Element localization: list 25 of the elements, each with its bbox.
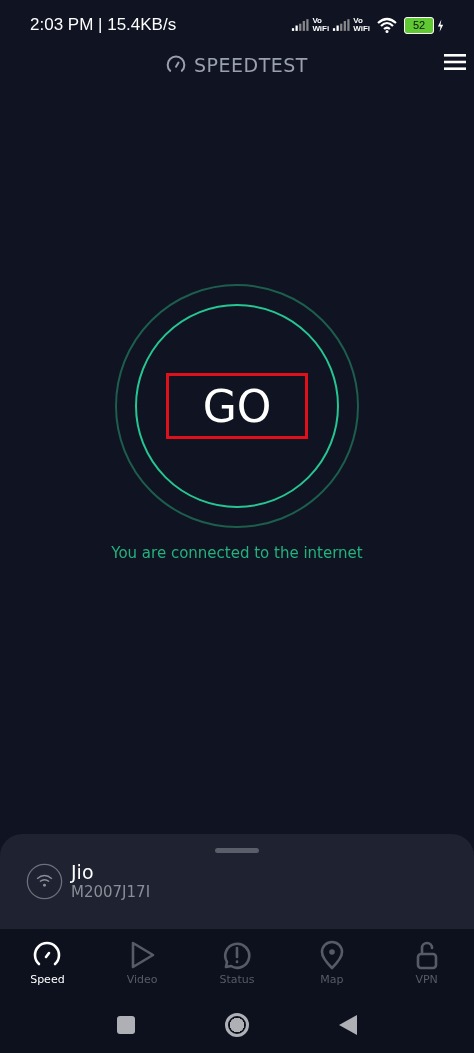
drag-handle[interactable] xyxy=(215,848,259,853)
device-model: M2007J17I xyxy=(71,883,151,901)
vowifi-label: Vo WiFi xyxy=(353,17,370,33)
nav-tab[interactable]: Video xyxy=(94,929,190,997)
signal-icon xyxy=(332,18,351,32)
back-button[interactable] xyxy=(339,1015,357,1035)
charging-icon xyxy=(437,18,444,32)
nav-tab[interactable]: Status xyxy=(189,929,285,997)
nav-tab[interactable]: Speed xyxy=(0,929,95,997)
alert-icon xyxy=(222,940,252,970)
app-title: SPEEDTEST xyxy=(194,54,308,76)
network-name: Jio xyxy=(71,861,95,883)
connection-message: You are connected to the internet xyxy=(111,544,363,562)
nav-tab[interactable]: VPN xyxy=(379,929,474,997)
wifi-icon xyxy=(377,17,397,33)
home-button[interactable] xyxy=(225,1013,249,1037)
gauge-icon xyxy=(166,55,187,75)
vowifi-label: Vo WiFi xyxy=(312,17,330,33)
nav-tab[interactable]: Map xyxy=(284,929,380,997)
battery-indicator: 52 xyxy=(404,16,434,34)
go-button[interactable]: GO xyxy=(166,373,308,439)
wifi-icon xyxy=(26,862,63,900)
status-time: 2:03 PM | 15.4KB/s xyxy=(30,15,177,35)
menu-button[interactable] xyxy=(444,54,466,73)
signal-icon xyxy=(291,18,310,32)
